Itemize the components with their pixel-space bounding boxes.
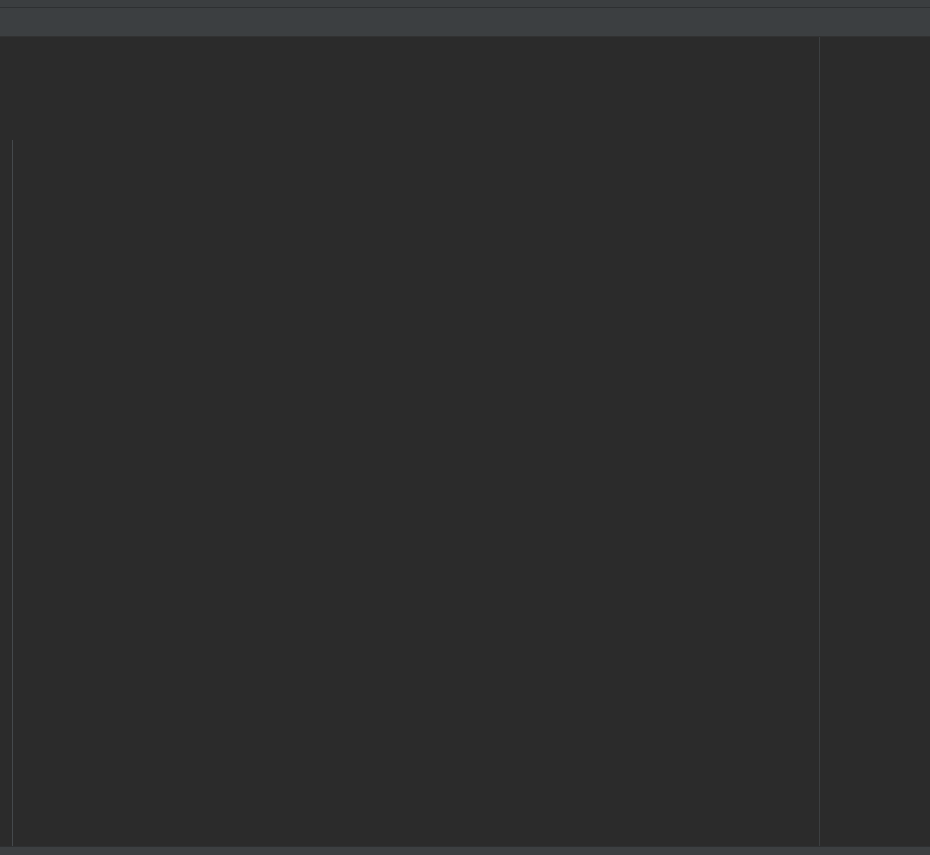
android-studio-window bbox=[0, 0, 930, 855]
code-editor[interactable] bbox=[0, 36, 930, 855]
editor-tab-bar bbox=[0, 7, 930, 37]
fold-region-line bbox=[12, 140, 13, 855]
right-margin-guide bbox=[819, 36, 820, 855]
main-toolbar-strip bbox=[0, 0, 930, 8]
tool-window-bar bbox=[0, 846, 930, 855]
